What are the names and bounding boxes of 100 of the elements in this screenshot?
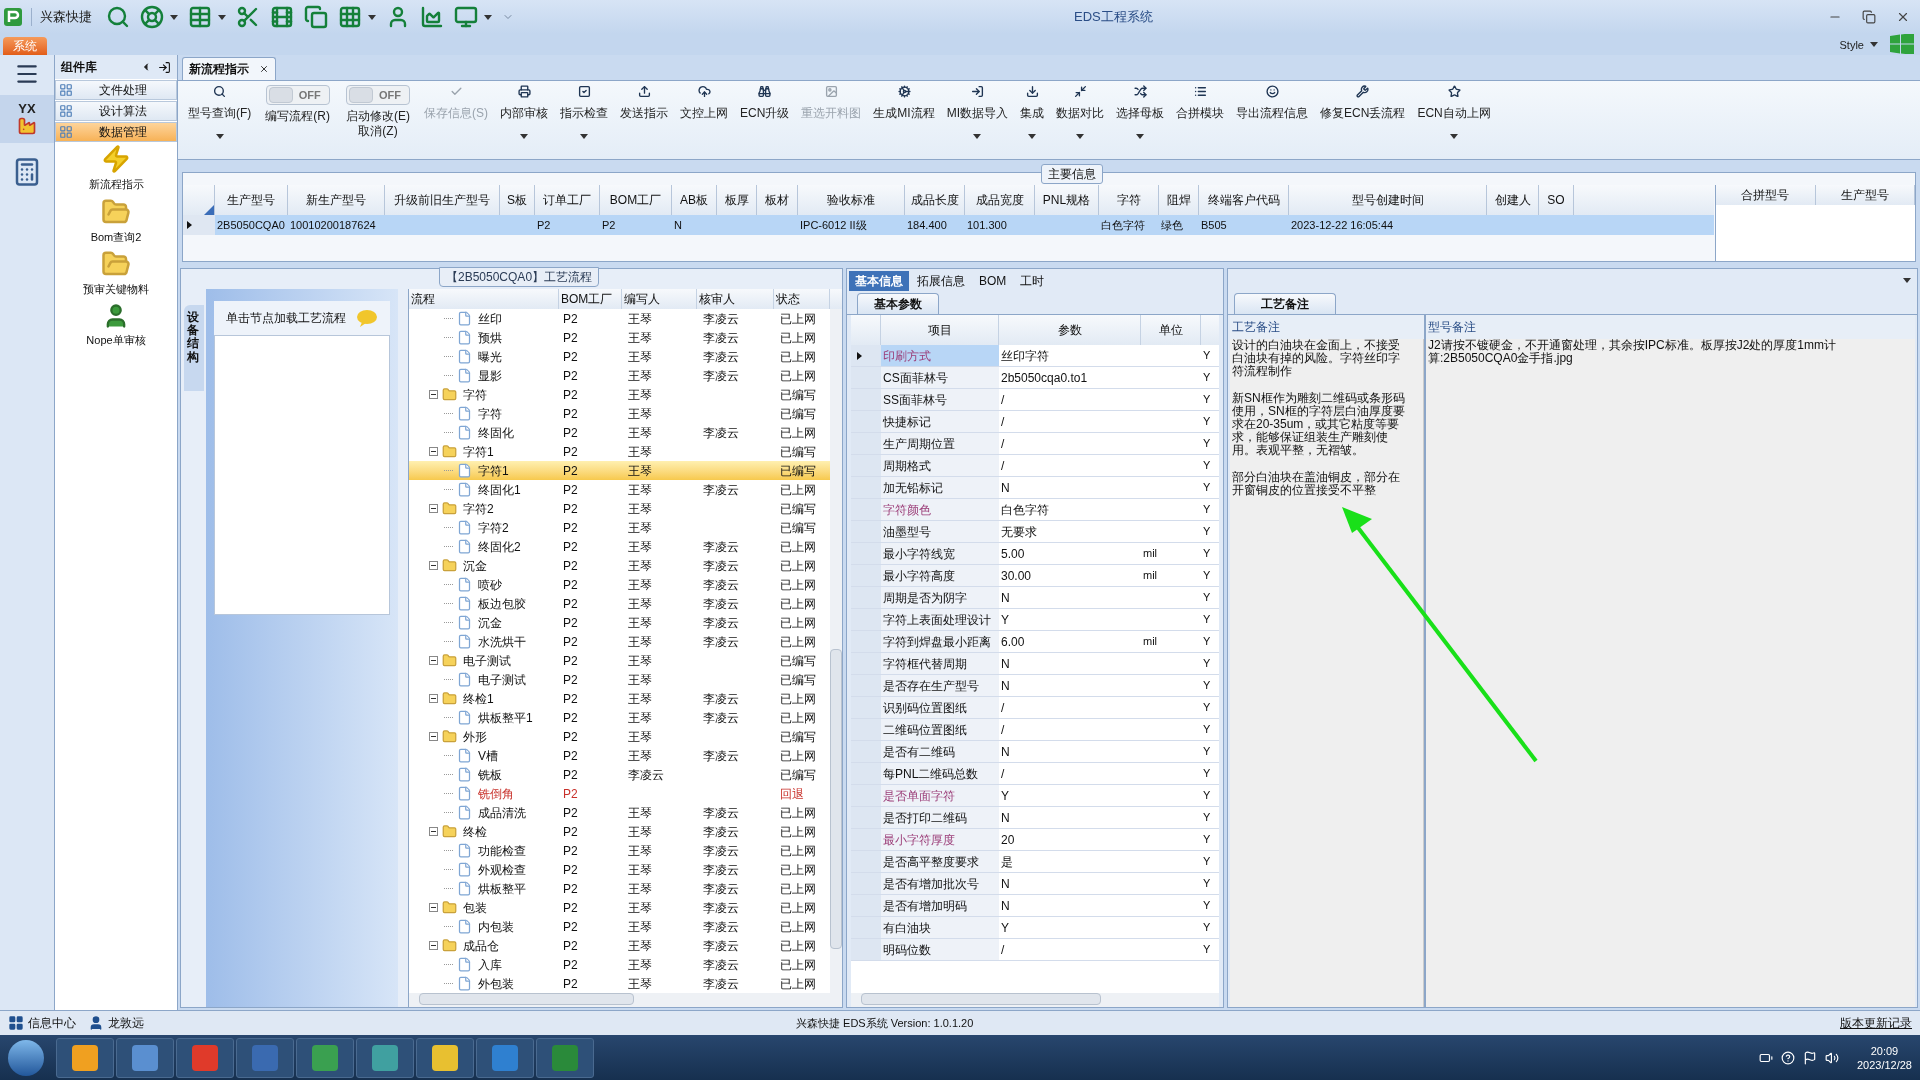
table-row[interactable]: 是否打印二维码 N Y	[851, 807, 1219, 829]
taskbar-app-icon[interactable]	[416, 1037, 474, 1078]
tree-row[interactable]: 终检1 P2 王琴 李凌云 已上网	[409, 689, 830, 708]
tree-row[interactable]: 成品清洗 P2 王琴 李凌云 已上网	[409, 803, 830, 822]
quick-access-icon[interactable]	[338, 5, 362, 29]
table-row[interactable]: 字符到焊盘最小距离 6.00 mil Y	[851, 631, 1219, 653]
scrollbar[interactable]	[409, 993, 842, 1007]
collapse-icon[interactable]	[429, 390, 438, 399]
table-row[interactable]: 快捷标记 / Y	[851, 411, 1219, 433]
tree-row[interactable]: 字符 P2 王琴 已编写	[409, 385, 830, 404]
table-row[interactable]: 字符框代替周期 N Y	[851, 653, 1219, 675]
sidebar-item[interactable]: 数据管理	[55, 122, 177, 142]
tree-row[interactable]: 包装 P2 王琴 李凌云 已上网	[409, 898, 830, 917]
quick-access-icon[interactable]	[106, 5, 130, 29]
tree-row[interactable]: 电子测试 P2 王琴 已编写	[409, 651, 830, 670]
toggle-switch[interactable]: OFF	[265, 85, 330, 105]
table-row[interactable]: 字符上表面处理设计 Y Y	[851, 609, 1219, 631]
tree-row[interactable]: 字符1 P2 王琴 已编写	[409, 442, 830, 461]
collapse-icon[interactable]	[429, 732, 438, 741]
collapse-icon[interactable]	[429, 694, 438, 703]
collapse-icon[interactable]	[429, 447, 438, 456]
sidebar-item[interactable]: 设计算法	[55, 101, 177, 121]
tree-row[interactable]: 喷砂 P2 王琴 李凌云 已上网	[409, 575, 830, 594]
taskbar-app-icon[interactable]	[356, 1037, 414, 1078]
scrollbar[interactable]	[830, 309, 842, 993]
tree-row[interactable]: 终固化2 P2 王琴 李凌云 已上网	[409, 537, 830, 556]
column-header[interactable]: 生产型号	[1815, 185, 1915, 205]
tree-row[interactable]: 功能检查 P2 王琴 李凌云 已上网	[409, 841, 830, 860]
toggle-switch[interactable]: OFF	[346, 85, 410, 105]
tab[interactable]: BOM	[973, 271, 1013, 291]
tree-row[interactable]: 烘板整平 P2 王琴 李凌云 已上网	[409, 879, 830, 898]
tree-row[interactable]: 预烘 P2 王琴 李凌云 已上网	[409, 328, 830, 347]
tree-row[interactable]: 终检 P2 王琴 李凌云 已上网	[409, 822, 830, 841]
tree-row[interactable]: 终固化 P2 王琴 李凌云 已上网	[409, 423, 830, 442]
table-row[interactable]: SS面菲林号 / Y	[851, 389, 1219, 411]
toolbar-button[interactable]: 生成MI流程	[867, 81, 941, 122]
document-tab[interactable]: 新流程指示	[182, 57, 276, 80]
status-item[interactable]: 信息中心	[28, 1014, 76, 1032]
column-header[interactable]: 流程	[409, 289, 559, 309]
quick-access-icon[interactable]	[270, 5, 294, 29]
tree-row[interactable]: 显影 P2 王琴 李凌云 已上网	[409, 366, 830, 385]
tree-row[interactable]: 外包装 P2 王琴 李凌云 已上网	[409, 974, 830, 993]
column-header[interactable]: 状态	[774, 289, 830, 309]
launcher-button[interactable]: 预审关键物料	[83, 249, 149, 298]
table-row[interactable]: 明码位数 / Y	[851, 939, 1219, 961]
table-row[interactable]: 是否存在生产型号 N Y	[851, 675, 1219, 697]
tree-row[interactable]: 字符 P2 王琴 已编写	[409, 404, 830, 423]
collapse-icon[interactable]	[429, 903, 438, 912]
table-row[interactable]: 字符颜色 白色字符 Y	[851, 499, 1219, 521]
collapse-icon[interactable]	[429, 656, 438, 665]
tree-row[interactable]: V槽 P2 王琴 李凌云 已上网	[409, 746, 830, 765]
tab[interactable]: 基本信息	[849, 271, 909, 291]
column-header[interactable]: 参数	[999, 315, 1141, 345]
tree-row[interactable]: 丝印 P2 王琴 李凌云 已上网	[409, 309, 830, 328]
table-row[interactable]: 最小字符高度 30.00 mil Y	[851, 565, 1219, 587]
collapse-icon[interactable]	[429, 504, 438, 513]
toolbar-button[interactable]: 数据对比	[1050, 81, 1111, 139]
table-row[interactable]: 加无铅标记 N Y	[851, 477, 1219, 499]
column-header[interactable]: 核审人	[697, 289, 774, 309]
close-icon[interactable]	[1896, 10, 1910, 24]
tree-row[interactable]: 入库 P2 王琴 李凌云 已上网	[409, 955, 830, 974]
collapse-icon[interactable]	[429, 941, 438, 950]
collapse-icon[interactable]	[429, 561, 438, 570]
tree-row[interactable]: 成品仓 P2 王琴 李凌云 已上网	[409, 936, 830, 955]
collapse-icon[interactable]	[429, 827, 438, 836]
tree-row[interactable]: 铣倒角 P2 回退	[409, 784, 830, 803]
volume-icon[interactable]	[1824, 1050, 1839, 1065]
sidebar-item[interactable]: 文件处理	[55, 80, 177, 100]
table-row[interactable]: 有白油块 Y Y	[851, 917, 1219, 939]
table-row[interactable]: 是否高平整度要求 是 Y	[851, 851, 1219, 873]
table-row[interactable]: 周期格式 / Y	[851, 455, 1219, 477]
tree-row[interactable]: 水洗烘干 P2 王琴 李凌云 已上网	[409, 632, 830, 651]
dock-icon[interactable]	[158, 60, 171, 74]
quick-access-icon[interactable]	[304, 5, 328, 29]
tree-row[interactable]: 电子测试 P2 王琴 已编写	[409, 670, 830, 689]
column-header[interactable]: 单位	[1141, 315, 1201, 345]
quick-access-icon[interactable]	[140, 5, 164, 29]
tree-row[interactable]: 内包装 P2 王琴 李凌云 已上网	[409, 917, 830, 936]
close-icon[interactable]	[259, 64, 269, 74]
table-row[interactable]: 油墨型号 无要求 Y	[851, 521, 1219, 543]
status-item[interactable]: 龙敦远	[108, 1014, 144, 1032]
tree-row[interactable]: 字符2 P2 王琴 已编写	[409, 518, 830, 537]
sub-tab[interactable]: 基本参数	[857, 293, 939, 314]
scrollbar[interactable]	[851, 993, 1219, 1007]
launcher-button[interactable]: 新流程指示	[88, 144, 144, 193]
table-row[interactable]: 是否单面字符 Y Y	[851, 785, 1219, 807]
toolbar-button[interactable]: 文控上网	[674, 81, 734, 122]
table-row[interactable]: 是否有增加批次号 N Y	[851, 873, 1219, 895]
quick-access-icon[interactable]	[454, 5, 478, 29]
table-row[interactable]: 最小字符厚度 20 Y	[851, 829, 1219, 851]
table-row[interactable]: CS面菲林号 2b5050cqa0.to1 Y	[851, 367, 1219, 389]
tree-row[interactable]: 板边包胶 P2 王琴 李凌云 已上网	[409, 594, 830, 613]
tree-row[interactable]: 外形 P2 王琴 已编写	[409, 727, 830, 746]
table-row[interactable]: 2B5050CQA0 10010200187624 P2 P2 N IPC-6012 II级 184.400 101.300 白色字符 绿色 B505 2023-12-22 16:05:44	[183, 215, 1714, 235]
table-row[interactable]: 是否有增加明码 N Y	[851, 895, 1219, 917]
quick-access-icon[interactable]	[420, 5, 444, 29]
table-row[interactable]: 印刷方式 丝印字符 Y	[851, 345, 1219, 367]
help-icon[interactable]	[1780, 1050, 1795, 1065]
column-header[interactable]: 编写人	[622, 289, 697, 309]
notes-field[interactable]: J2请按不镀硬金，不开通窗处理，其余按IPC标准。板厚按J2处的厚度1mm计算:2B5050CQA0金手指.jpg	[1426, 339, 1915, 1007]
